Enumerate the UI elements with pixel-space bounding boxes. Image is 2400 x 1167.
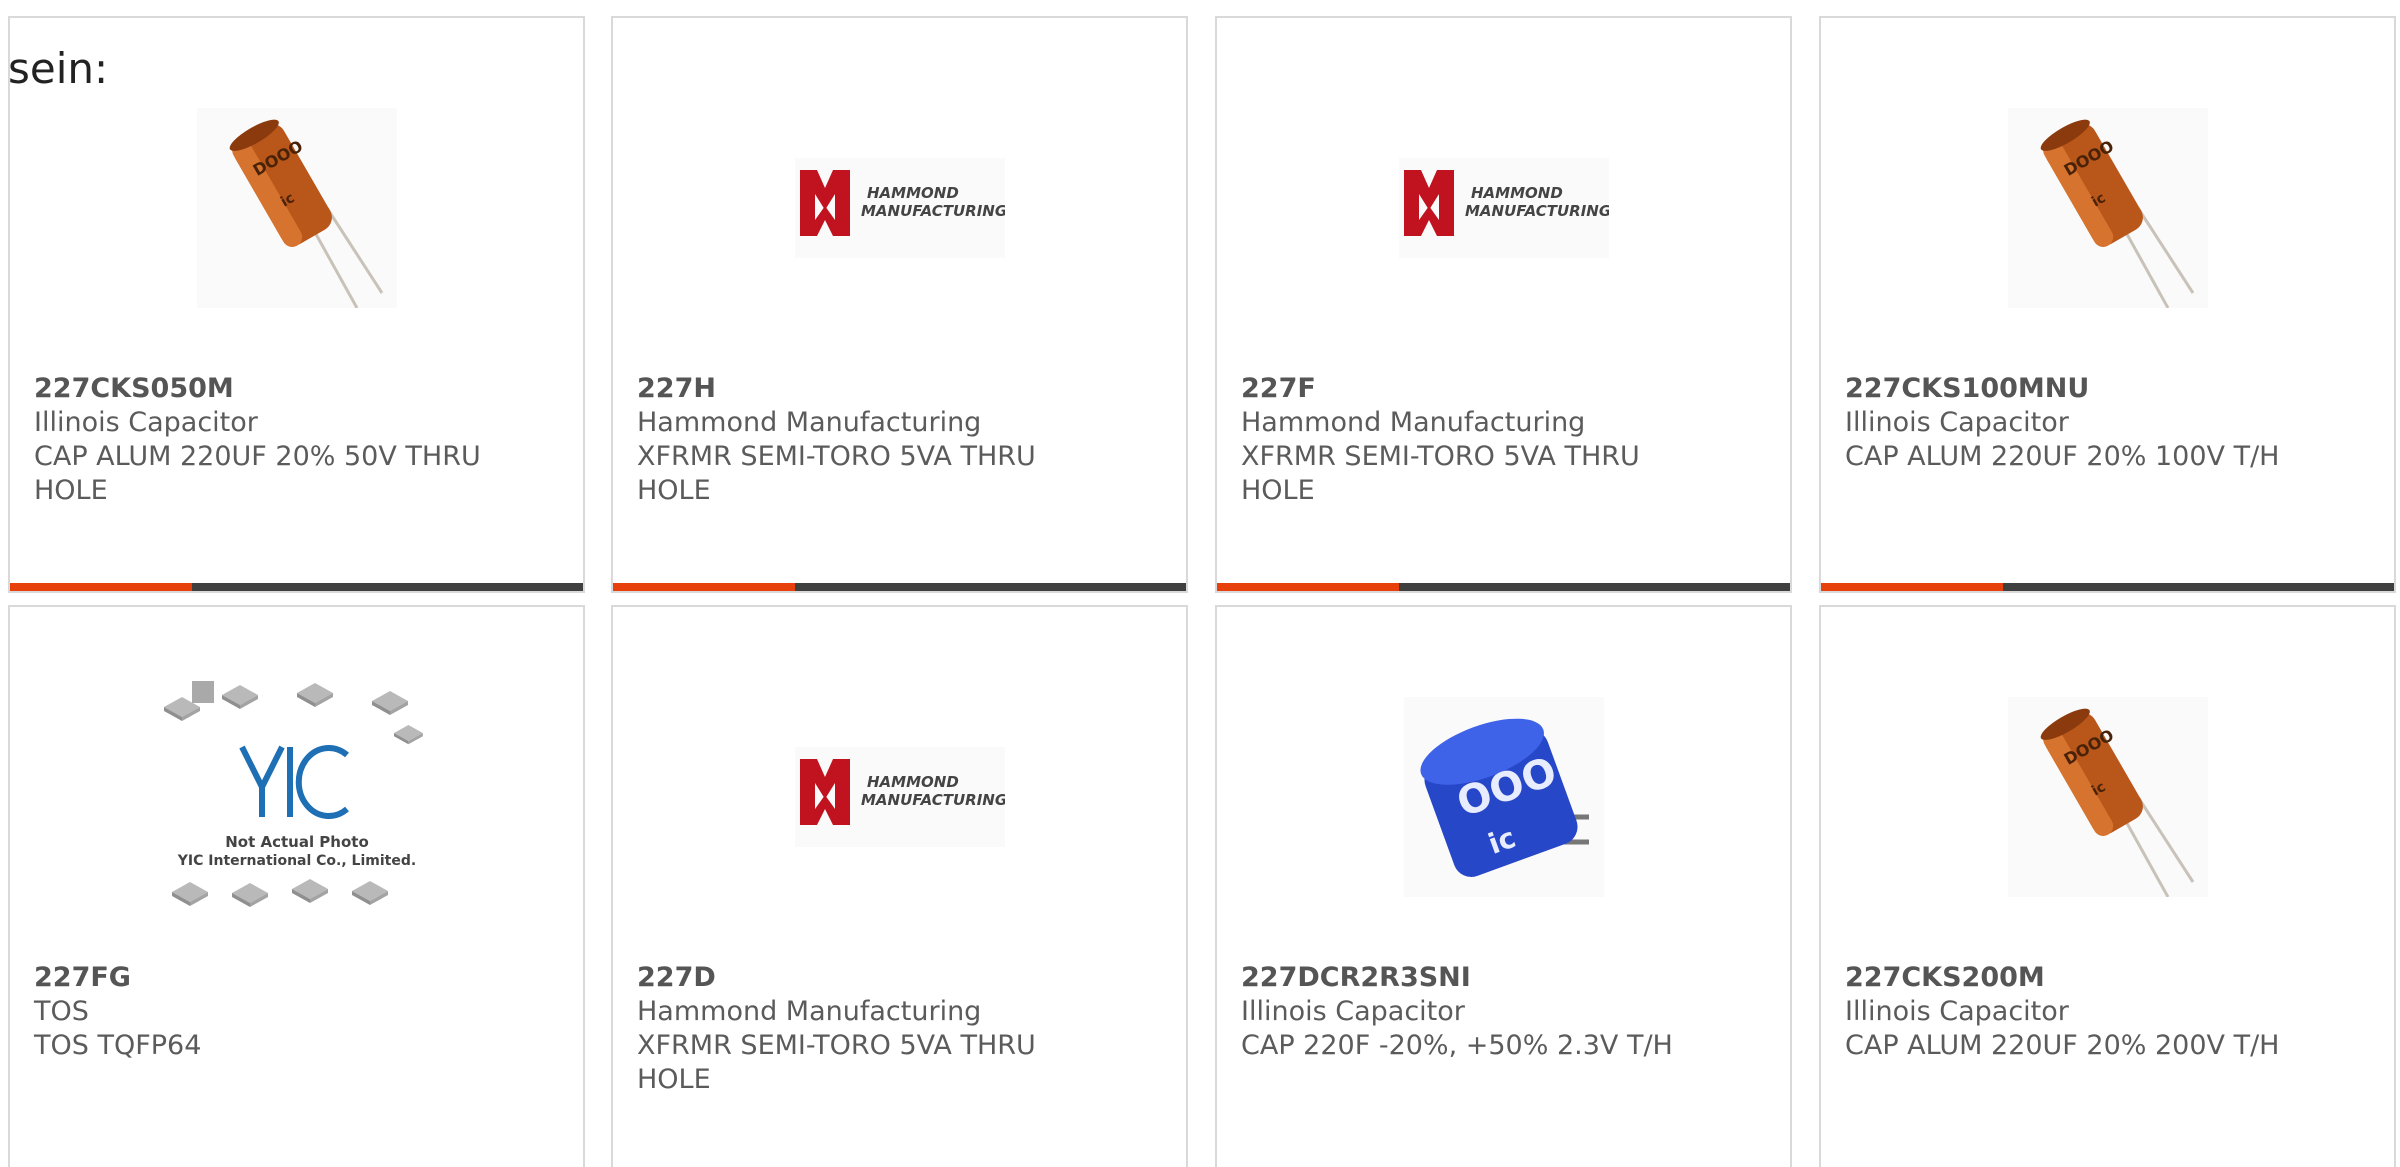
hammond-logo-line1: HAMMOND xyxy=(867,184,959,202)
product-card[interactable]: 227CKS100MNU Illinois Capacitor CAP ALUM… xyxy=(1819,16,2396,593)
product-description: XFRMR SEMI-TORO 5VA THRU HOLE xyxy=(637,1030,1036,1095)
product-card[interactable]: HAMMOND MANUFACTURING. 227D Hammond Manu… xyxy=(611,605,1188,1167)
section-heading: sein: xyxy=(8,44,109,93)
product-info: 227F Hammond Manufacturing XFRMR SEMI-TO… xyxy=(1241,372,1770,508)
product-info: 227D Hammond Manufacturing XFRMR SEMI-TO… xyxy=(637,961,1166,1097)
product-image[interactable]: HAMMOND MANUFACTURING. xyxy=(613,667,1186,927)
product-card[interactable]: 227CKS200M Illinois Capacitor CAP ALUM 2… xyxy=(1819,605,2396,1167)
product-card[interactable]: HAMMOND MANUFACTURING. 227H Hammond Manu… xyxy=(611,16,1188,593)
hammond-logo-line2: MANUFACTURING. xyxy=(1465,202,1609,220)
yic-caption-line1: Not Actual Photo xyxy=(225,833,369,851)
manufacturer-name: TOS xyxy=(34,996,89,1027)
part-number-link[interactable]: 227CKS050M xyxy=(34,372,563,406)
part-number-link[interactable]: 227DCR2R3SNI xyxy=(1241,961,1770,995)
product-image[interactable] xyxy=(10,78,583,338)
product-results-page: sein: 227CKS050M Illinois Capacitor CAP … xyxy=(0,0,2400,1167)
product-info: 227CKS100MNU Illinois Capacitor CAP ALUM… xyxy=(1845,372,2374,474)
hammond-logo: HAMMOND MANUFACTURING. xyxy=(1398,158,1609,258)
electrolytic-capacitor-icon xyxy=(196,108,397,308)
product-description: CAP ALUM 220UF 20% 50V THRU HOLE xyxy=(34,441,481,506)
part-number-link[interactable]: 227CKS100MNU xyxy=(1845,372,2374,406)
part-number-link[interactable]: 227CKS200M xyxy=(1845,961,2374,995)
product-info: 227H Hammond Manufacturing XFRMR SEMI-TO… xyxy=(637,372,1166,508)
card-accent-bar xyxy=(613,583,1186,591)
hammond-logo: HAMMOND MANUFACTURING. xyxy=(794,158,1005,258)
product-image[interactable]: Not Actual Photo YIC International Co., … xyxy=(10,667,583,927)
manufacturer-name: Hammond Manufacturing xyxy=(637,996,982,1027)
product-image[interactable]: HAMMOND MANUFACTURING. xyxy=(613,78,1186,338)
manufacturer-name: Hammond Manufacturing xyxy=(637,407,982,438)
hammond-logo-line1: HAMMOND xyxy=(1471,184,1563,202)
part-number-link[interactable]: 227D xyxy=(637,961,1166,995)
card-accent-segment xyxy=(1217,583,1399,591)
product-card[interactable]: Not Actual Photo YIC International Co., … xyxy=(8,605,585,1167)
electrolytic-capacitor-icon xyxy=(2007,108,2208,308)
product-description: XFRMR SEMI-TORO 5VA THRU HOLE xyxy=(637,441,1036,506)
product-description: XFRMR SEMI-TORO 5VA THRU HOLE xyxy=(1241,441,1640,506)
part-number-link[interactable]: 227FG xyxy=(34,961,563,995)
manufacturer-name: Illinois Capacitor xyxy=(1845,407,2069,438)
manufacturer-name: Hammond Manufacturing xyxy=(1241,407,1586,438)
hammond-logo: HAMMOND MANUFACTURING. xyxy=(794,747,1005,847)
product-card[interactable]: OOO ic 227DCR2R3SNI Illinois Capacitor C… xyxy=(1215,605,1792,1167)
manufacturer-name: Illinois Capacitor xyxy=(1845,996,2069,1027)
product-card[interactable]: HAMMOND MANUFACTURING. 227F Hammond Manu… xyxy=(1215,16,1792,593)
product-description: CAP ALUM 220UF 20% 200V T/H xyxy=(1845,1030,2280,1061)
product-info: 227CKS200M Illinois Capacitor CAP ALUM 2… xyxy=(1845,961,2374,1063)
product-info: 227CKS050M Illinois Capacitor CAP ALUM 2… xyxy=(34,372,563,508)
supercapacitor-icon: OOO ic xyxy=(1403,697,1604,897)
card-accent-segment xyxy=(1821,583,2003,591)
yic-placeholder-image: Not Actual Photo YIC International Co., … xyxy=(163,681,423,907)
card-accent-segment xyxy=(613,583,795,591)
manufacturer-name: Illinois Capacitor xyxy=(34,407,258,438)
product-image[interactable]: OOO ic xyxy=(1217,667,1790,927)
product-image[interactable]: HAMMOND MANUFACTURING. xyxy=(1217,78,1790,338)
product-description: TOS TQFP64 xyxy=(34,1030,202,1061)
manufacturer-name: Illinois Capacitor xyxy=(1241,996,1465,1027)
product-card[interactable]: 227CKS050M Illinois Capacitor CAP ALUM 2… xyxy=(8,16,585,593)
product-description: CAP 220F -20%, +50% 2.3V T/H xyxy=(1241,1030,1673,1061)
part-number-link[interactable]: 227F xyxy=(1241,372,1770,406)
card-accent-bar xyxy=(10,583,583,591)
hammond-logo-line2: MANUFACTURING. xyxy=(861,791,1005,809)
product-description: CAP ALUM 220UF 20% 100V T/H xyxy=(1845,441,2280,472)
card-accent-bar xyxy=(1821,583,2394,591)
product-image[interactable] xyxy=(1821,667,2394,927)
electrolytic-capacitor-icon xyxy=(2007,697,2208,897)
product-info: 227DCR2R3SNI Illinois Capacitor CAP 220F… xyxy=(1241,961,1770,1063)
hammond-logo-line1: HAMMOND xyxy=(867,773,959,791)
product-image[interactable] xyxy=(1821,78,2394,338)
hammond-logo-line2: MANUFACTURING. xyxy=(861,202,1005,220)
part-number-link[interactable]: 227H xyxy=(637,372,1166,406)
yic-caption-line2: YIC International Co., Limited. xyxy=(176,853,415,869)
card-accent-segment xyxy=(10,583,192,591)
product-info: 227FG TOS TOS TQFP64 xyxy=(34,961,563,1063)
card-accent-bar xyxy=(1217,583,1790,591)
